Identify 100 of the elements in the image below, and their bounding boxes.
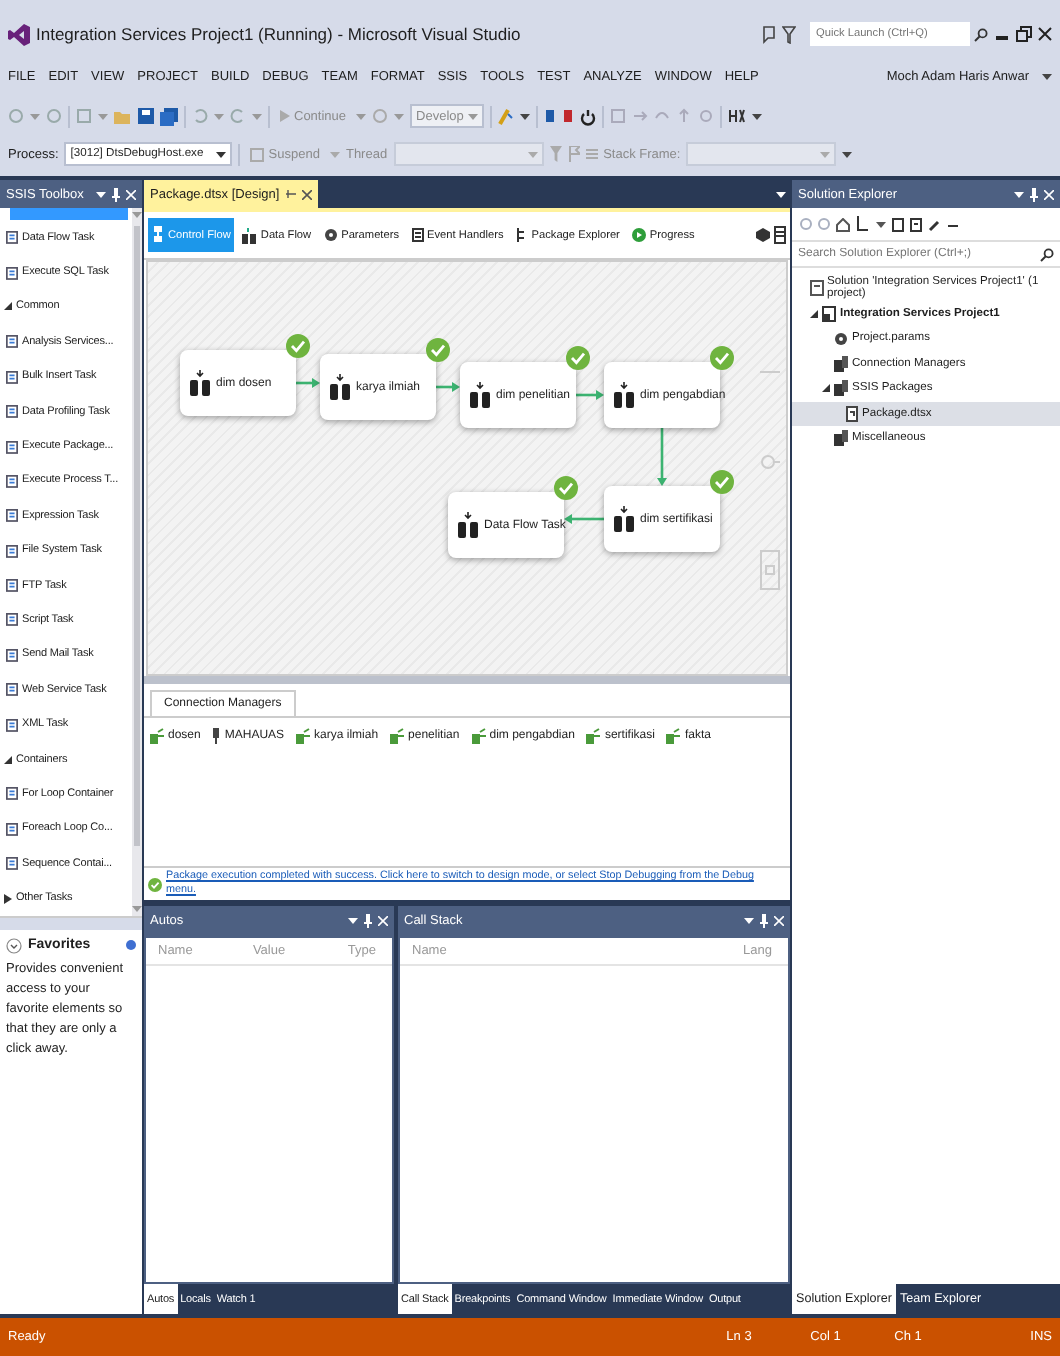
package-icon[interactable] <box>756 228 770 242</box>
caret-icon <box>519 113 530 119</box>
task-icon <box>6 578 18 593</box>
app-logo-icon <box>8 23 30 45</box>
gear-icon <box>834 331 848 346</box>
key-icon[interactable] <box>497 107 514 125</box>
folder-icon <box>834 380 848 397</box>
expanded-arrow-icon[interactable] <box>821 384 829 393</box>
caret-icon <box>356 113 367 119</box>
save-icon[interactable] <box>138 108 154 124</box>
minus-icon[interactable] <box>948 219 958 229</box>
dropdown-icon[interactable] <box>348 918 358 924</box>
data-flow-icon <box>242 227 257 243</box>
collapse-chevron-icon[interactable] <box>6 937 22 954</box>
database-connection-icon <box>586 728 601 744</box>
caret-icon <box>467 113 478 119</box>
info-dot-icon <box>126 940 136 951</box>
folder-icon <box>834 430 848 447</box>
expanded-arrow-icon[interactable] <box>4 302 12 311</box>
pin-icon[interactable] <box>1030 187 1038 201</box>
dropdown-icon[interactable] <box>744 918 754 924</box>
precedence-arrow <box>564 514 604 524</box>
task-icon <box>6 439 18 454</box>
data-flow-task-icon <box>190 370 210 396</box>
task-icon <box>6 404 18 419</box>
restart-icon[interactable] <box>579 107 596 125</box>
caret-icon <box>30 113 40 119</box>
close-icon[interactable] <box>1038 26 1052 42</box>
home-icon[interactable] <box>836 217 850 231</box>
collapsed-arrow-icon[interactable] <box>4 893 12 904</box>
solution-icon <box>809 280 824 297</box>
show-all-files-icon[interactable] <box>910 217 922 231</box>
funnel-icon[interactable] <box>782 25 796 43</box>
collapse-all-icon[interactable] <box>892 217 904 231</box>
variables-icon[interactable] <box>774 226 786 244</box>
restore-icon[interactable] <box>1016 26 1032 42</box>
task-icon <box>6 647 18 662</box>
data-flow-task-icon <box>330 374 350 400</box>
hex-display-icon[interactable] <box>727 108 746 124</box>
caret-icon <box>214 113 224 119</box>
caret-icon <box>527 151 538 157</box>
caret-icon <box>394 113 405 119</box>
folder-icon <box>834 355 848 372</box>
save-all-icon[interactable] <box>160 107 178 125</box>
caret-icon <box>132 905 142 912</box>
data-flow-task-icon <box>614 506 634 532</box>
caret-icon <box>98 113 108 119</box>
close-icon[interactable] <box>301 189 312 199</box>
caret-icon <box>1042 73 1052 79</box>
caret-icon <box>216 151 227 157</box>
precedence-arrow <box>576 390 604 400</box>
task-icon <box>6 369 18 384</box>
expanded-arrow-icon[interactable] <box>4 755 12 764</box>
task-icon <box>6 682 18 697</box>
database-connection-icon <box>150 728 164 744</box>
task-icon <box>6 717 18 732</box>
project-icon <box>822 305 836 322</box>
expanded-arrow-icon[interactable] <box>809 309 817 318</box>
progress-icon <box>631 228 646 242</box>
search-icon[interactable] <box>974 27 988 41</box>
pause-icon[interactable] <box>543 108 556 124</box>
database-connection-icon <box>296 728 311 744</box>
suspend-icon <box>250 147 265 161</box>
data-flow-task-icon <box>458 512 478 538</box>
data-flow-task-icon <box>470 382 490 408</box>
search-icon[interactable] <box>1040 247 1054 261</box>
window-title: Integration Services Project1 (Running) - Microsoft Visual Studio <box>36 24 521 44</box>
stop-icon[interactable] <box>561 108 574 124</box>
task-icon <box>6 265 18 280</box>
gear-icon <box>323 228 338 242</box>
zoom-slider-icon[interactable] <box>760 550 780 590</box>
dropdown-icon[interactable] <box>96 191 106 197</box>
data-flow-task-icon <box>614 382 634 408</box>
task-icon <box>6 230 18 245</box>
task-icon <box>6 473 18 488</box>
pin-icon[interactable] <box>760 914 768 928</box>
dropdown-icon[interactable] <box>1014 191 1024 197</box>
pin-icon[interactable] <box>112 187 120 201</box>
database-connection-icon <box>471 728 486 744</box>
task-icon <box>6 543 18 558</box>
pin-icon[interactable] <box>285 189 296 199</box>
pin-icon[interactable] <box>364 914 372 928</box>
caret-icon <box>876 221 886 227</box>
task-icon <box>6 334 18 349</box>
control-flow-icon <box>152 226 164 244</box>
database-connection-icon <box>390 728 405 744</box>
task-icon <box>6 856 18 871</box>
task-icon <box>6 612 18 627</box>
task-icon <box>6 821 18 836</box>
caret-icon <box>329 151 340 157</box>
file-connection-icon <box>212 728 221 744</box>
caret-icon <box>132 212 142 218</box>
caret-icon <box>252 113 262 119</box>
wrench-icon[interactable] <box>928 217 942 231</box>
selected-item-highlight <box>10 208 128 220</box>
tree-icon <box>515 228 528 242</box>
precedence-arrow <box>657 428 667 486</box>
package-file-icon <box>846 405 858 422</box>
notification-flag-icon[interactable] <box>762 25 776 43</box>
task-icon <box>6 786 18 801</box>
